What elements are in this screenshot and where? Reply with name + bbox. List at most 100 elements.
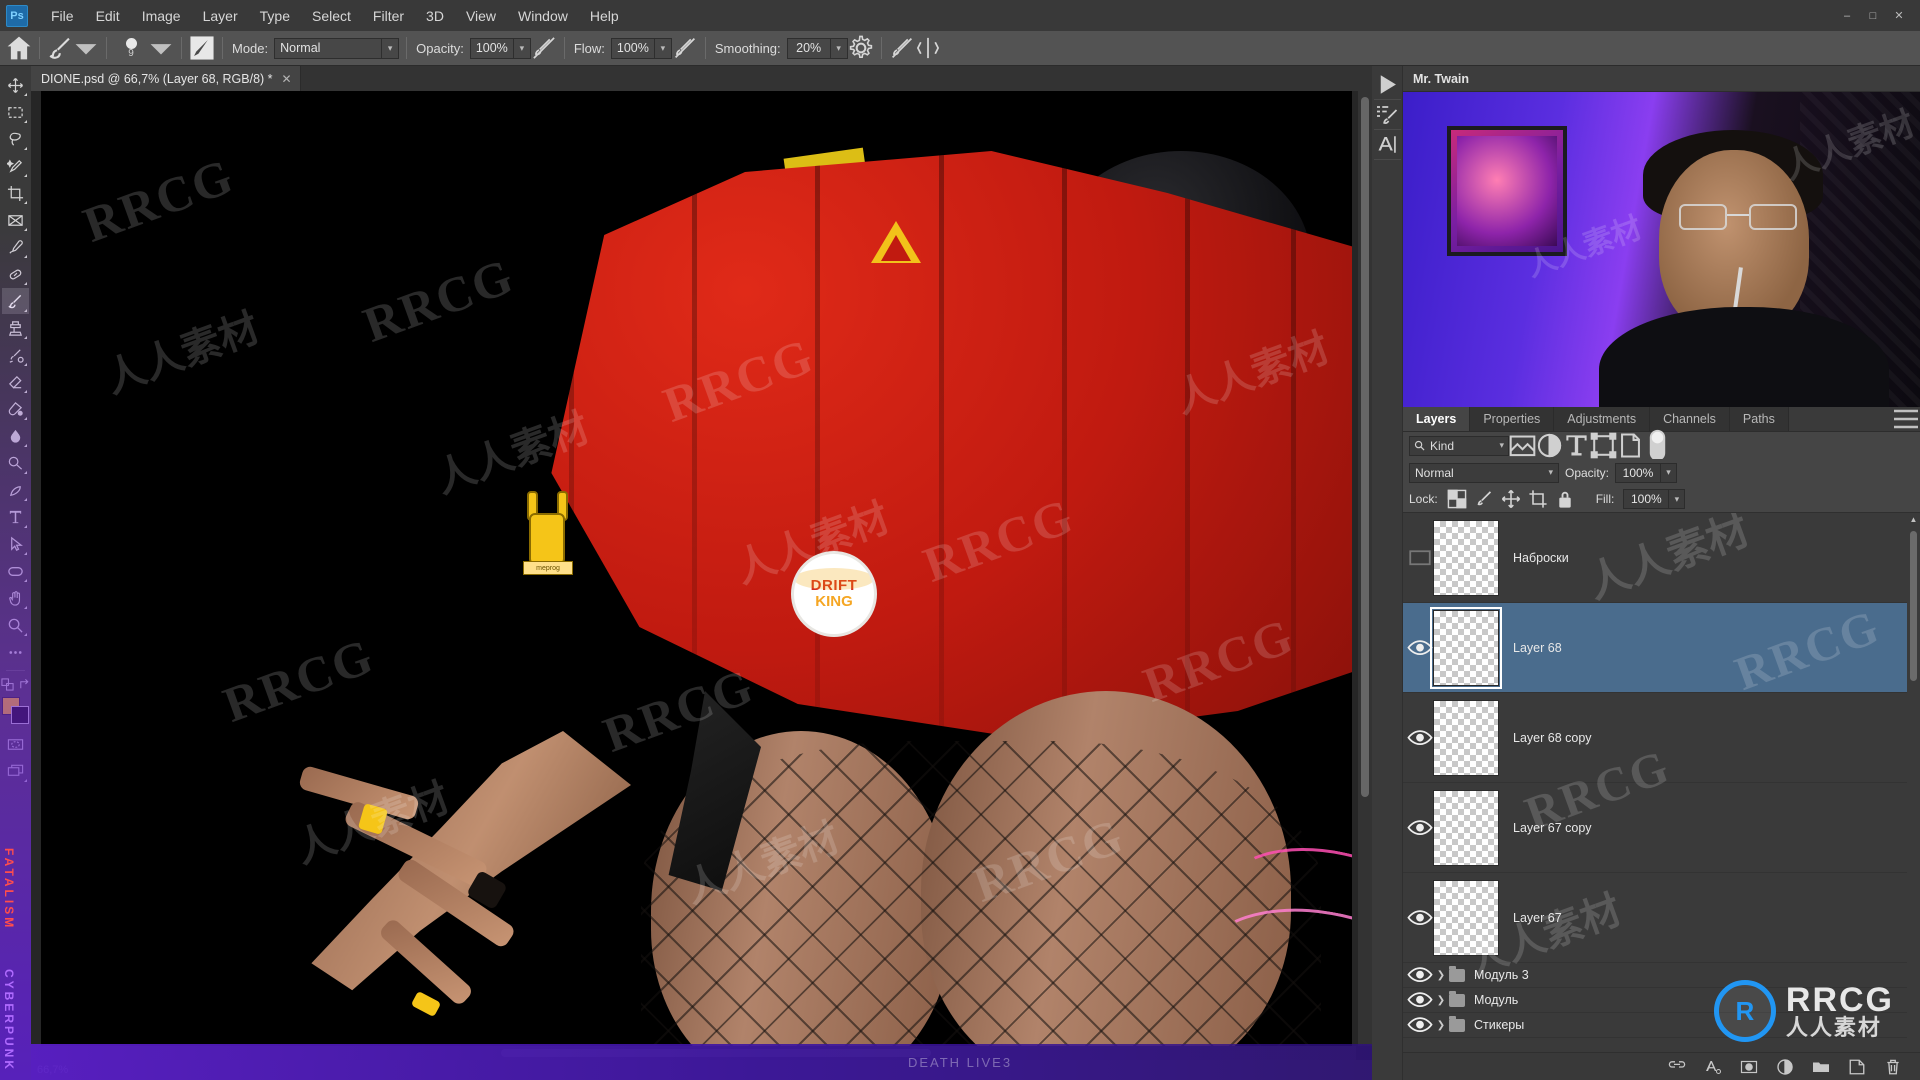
gradient-tool[interactable] (2, 396, 29, 422)
shape-layer-filter-icon[interactable] (1590, 432, 1617, 459)
color-swatches[interactable] (2, 697, 29, 724)
blur-tool[interactable] (2, 423, 29, 449)
layer-thumbnail[interactable] (1433, 699, 1499, 776)
quick-mask-icon[interactable] (2, 731, 29, 757)
adjustment-layer-filter-icon[interactable] (1536, 433, 1563, 458)
menu-type[interactable]: Type (249, 5, 301, 27)
swap-colors-icon[interactable] (18, 676, 31, 692)
layer-name[interactable]: Layer 67 copy (1513, 821, 1592, 835)
layer-visibility-toggle[interactable] (1407, 729, 1433, 746)
type-layer-filter-icon[interactable] (1563, 435, 1590, 457)
lock-transparent-pixels-icon[interactable] (1447, 489, 1467, 509)
close-icon[interactable]: ✕ (282, 72, 292, 86)
zoom-level[interactable]: 66,7% (37, 1064, 68, 1076)
brush-size-preview[interactable]: 9 (114, 37, 148, 59)
layer-visibility-toggle[interactable] (1407, 819, 1433, 836)
dodge-tool[interactable] (2, 450, 29, 476)
table-row[interactable]: ❯ Стикеры (1403, 1013, 1920, 1038)
menu-file[interactable]: File (40, 5, 85, 27)
home-icon[interactable] (6, 36, 32, 60)
background-color-swatch[interactable] (11, 706, 29, 724)
brush-tool-dropdown[interactable] (73, 36, 99, 60)
layer-blend-mode-select[interactable]: Normal ▾ (1409, 462, 1559, 483)
flow-input[interactable]: 100% ▾ (610, 37, 672, 59)
menu-help[interactable]: Help (579, 5, 630, 27)
layer-name[interactable]: Layer 67 (1513, 911, 1562, 925)
brush-settings-icon[interactable] (189, 36, 215, 60)
healing-brush-tool[interactable] (2, 261, 29, 287)
layer-opacity-input[interactable]: 100% ▾ (1615, 462, 1678, 483)
brush-tool[interactable] (2, 288, 29, 314)
brush-tool-icon[interactable] (47, 36, 73, 60)
layer-filter-kind-select[interactable]: Kind ▾ (1409, 435, 1509, 456)
layer-style-icon[interactable] (1704, 1058, 1722, 1076)
lock-all-icon[interactable] (1555, 489, 1575, 509)
vertical-scrollbar[interactable] (1358, 91, 1372, 1046)
filter-toggle-icon[interactable] (1644, 430, 1671, 461)
symmetry-icon[interactable] (915, 36, 941, 60)
layer-name[interactable]: Layer 68 copy (1513, 731, 1592, 745)
pressure-opacity-icon[interactable] (531, 36, 557, 60)
chevron-up-icon[interactable]: ▲ (1907, 515, 1920, 524)
clone-stamp-tool[interactable] (2, 315, 29, 341)
screen-mode-icon[interactable] (2, 758, 29, 784)
maximize-button[interactable]: □ (1860, 6, 1886, 26)
layer-fill-input[interactable]: 100% ▾ (1623, 489, 1686, 509)
chevron-right-icon[interactable]: ❯ (1433, 970, 1449, 981)
chevron-right-icon[interactable]: ❯ (1433, 1020, 1449, 1031)
new-layer-icon[interactable] (1848, 1058, 1866, 1076)
panel-menu-icon[interactable] (1892, 407, 1920, 431)
marquee-tool[interactable] (2, 99, 29, 125)
horizontal-scrollbar[interactable] (31, 1046, 1356, 1060)
tab-paths[interactable]: Paths (1729, 407, 1789, 431)
layer-thumbnail[interactable] (1433, 519, 1499, 596)
quick-selection-tool[interactable] (2, 153, 29, 179)
layer-name[interactable]: Наброски (1513, 551, 1569, 565)
layers-list[interactable]: Наброски Layer 68 Layer 68 copy Layer 67… (1403, 513, 1920, 1052)
layer-visibility-toggle[interactable] (1407, 1016, 1433, 1033)
layers-scrollbar[interactable]: ▲ (1907, 513, 1920, 1052)
document-tab[interactable]: DIONE.psd @ 66,7% (Layer 68, RGB/8) * ✕ (31, 66, 301, 91)
table-row[interactable]: Layer 68 (1403, 603, 1920, 693)
new-group-icon[interactable] (1812, 1058, 1830, 1076)
pixel-layer-filter-icon[interactable] (1509, 435, 1536, 457)
crop-tool[interactable] (2, 180, 29, 206)
delete-layer-icon[interactable] (1884, 1058, 1902, 1076)
layer-visibility-toggle[interactable] (1407, 909, 1433, 926)
tab-adjustments[interactable]: Adjustments (1554, 407, 1651, 431)
eyedropper-tool[interactable] (2, 234, 29, 260)
table-row[interactable]: ❯ Модуль 3 (1403, 963, 1920, 988)
layer-visibility-toggle[interactable] (1407, 991, 1433, 1008)
table-row[interactable]: Наброски (1403, 513, 1920, 603)
menu-select[interactable]: Select (301, 5, 362, 27)
lock-image-pixels-icon[interactable] (1474, 489, 1494, 509)
link-layers-icon[interactable] (1668, 1058, 1686, 1076)
chevron-right-icon[interactable]: ❯ (1433, 995, 1449, 1006)
blend-mode-select[interactable]: Normal ▾ (274, 37, 400, 59)
menu-view[interactable]: View (455, 5, 507, 27)
hand-tool[interactable] (2, 585, 29, 611)
layer-name[interactable]: Стикеры (1474, 1018, 1524, 1032)
frame-tool[interactable] (2, 207, 29, 233)
brush-presets-icon[interactable] (1373, 100, 1401, 130)
menu-window[interactable]: Window (507, 5, 579, 27)
play-icon[interactable] (1373, 70, 1401, 100)
menu-image[interactable]: Image (131, 5, 192, 27)
layer-thumbnail[interactable] (1430, 606, 1502, 689)
layer-visibility-toggle[interactable] (1407, 639, 1433, 656)
menu-3d[interactable]: 3D (415, 5, 455, 27)
menu-layer[interactable]: Layer (192, 5, 249, 27)
type-tool[interactable] (2, 504, 29, 530)
layer-thumbnail[interactable] (1433, 879, 1499, 956)
zoom-tool[interactable] (2, 612, 29, 638)
table-row[interactable]: Layer 67 (1403, 873, 1920, 963)
table-row[interactable]: ❯ Модуль (1403, 988, 1920, 1013)
character-panel-icon[interactable] (1373, 130, 1401, 160)
layer-name[interactable]: Layer 68 (1513, 641, 1562, 655)
menu-edit[interactable]: Edit (85, 5, 131, 27)
table-row[interactable]: Layer 68 copy (1403, 693, 1920, 783)
menu-filter[interactable]: Filter (362, 5, 415, 27)
tab-layers[interactable]: Layers (1403, 407, 1471, 431)
layer-mask-icon[interactable] (1740, 1058, 1758, 1076)
airbrush-icon[interactable] (672, 36, 698, 60)
